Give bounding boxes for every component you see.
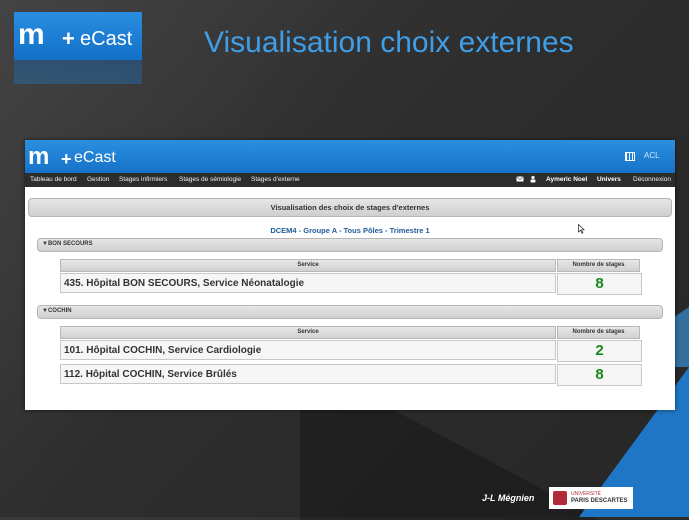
users-icon[interactable] bbox=[529, 175, 537, 183]
column-header-service: Service bbox=[60, 259, 556, 272]
table-row-service: 101. Hôpital COCHIN, Service Cardiologie bbox=[60, 340, 556, 360]
nav-item-stages-externe[interactable]: Stages d'externe bbox=[251, 176, 300, 183]
nav-bar: Tableau de bord Gestion Stages infirmier… bbox=[25, 173, 675, 187]
app-logo-text: eCast bbox=[74, 149, 116, 166]
logo-mark: m bbox=[18, 18, 45, 51]
slide-logo: m + eCast bbox=[14, 12, 142, 60]
nav-item-dashboard[interactable]: Tableau de bord bbox=[30, 176, 77, 183]
app-logo-mark: m bbox=[28, 143, 49, 170]
univers-link[interactable]: Univers bbox=[597, 176, 621, 183]
table-row-service: 112. Hôpital COCHIN, Service Brûlés bbox=[60, 364, 556, 384]
table-row-count: 2 bbox=[557, 340, 642, 362]
column-header-count: Nombre de stages bbox=[557, 326, 640, 339]
table-row-count: 8 bbox=[557, 364, 642, 386]
logo-reflection bbox=[14, 60, 142, 84]
logo-plus: + bbox=[62, 26, 75, 51]
logo-text: eCast bbox=[80, 28, 133, 50]
acl-link[interactable]: ACL bbox=[644, 151, 660, 160]
column-header-service: Service bbox=[60, 326, 556, 339]
section-header-cochin[interactable]: ▼COCHIN bbox=[37, 305, 663, 319]
nav-item-stages-semiologie[interactable]: Stages de sémiologie bbox=[179, 176, 241, 183]
section-title: ▼BON SECOURS bbox=[42, 241, 93, 247]
slide-title: Visualisation choix externes bbox=[204, 26, 574, 59]
page-heading-bar: Visualisation des choix de stages d'exte… bbox=[28, 198, 672, 217]
app-logo-plus: + bbox=[61, 149, 72, 169]
page-heading: Visualisation des choix de stages d'exte… bbox=[270, 203, 430, 212]
university-line2: PARIS DESCARTES bbox=[571, 498, 628, 504]
grid-icon[interactable] bbox=[625, 152, 635, 161]
table-row-service: 435. Hôpital BON SECOURS, Service Néonat… bbox=[60, 273, 556, 293]
author-name: J-L Mégnien bbox=[482, 493, 535, 503]
section-header-bon-secours[interactable]: ▼BON SECOURS bbox=[37, 238, 663, 252]
logout-link[interactable]: Déconnexion bbox=[633, 176, 671, 183]
nav-item-stages-infirmiers[interactable]: Stages infirmiers bbox=[119, 176, 167, 183]
university-logo: UNIVERSITÉ PARIS DESCARTES bbox=[549, 487, 633, 509]
university-line1: UNIVERSITÉ bbox=[571, 491, 602, 497]
university-emblem-icon bbox=[553, 491, 567, 505]
app-header: m + eCast ACL bbox=[25, 140, 675, 173]
app-screenshot: m + eCast ACL Tableau de bord Gestion St… bbox=[25, 140, 675, 410]
mouse-cursor-icon bbox=[578, 224, 585, 234]
mail-icon[interactable] bbox=[516, 175, 524, 183]
section-title: ▼COCHIN bbox=[42, 308, 72, 314]
nav-item-gestion[interactable]: Gestion bbox=[87, 176, 109, 183]
user-name[interactable]: Aymeric Noel bbox=[546, 176, 587, 183]
column-header-count: Nombre de stages bbox=[557, 259, 640, 272]
table-row-count: 8 bbox=[557, 273, 642, 295]
